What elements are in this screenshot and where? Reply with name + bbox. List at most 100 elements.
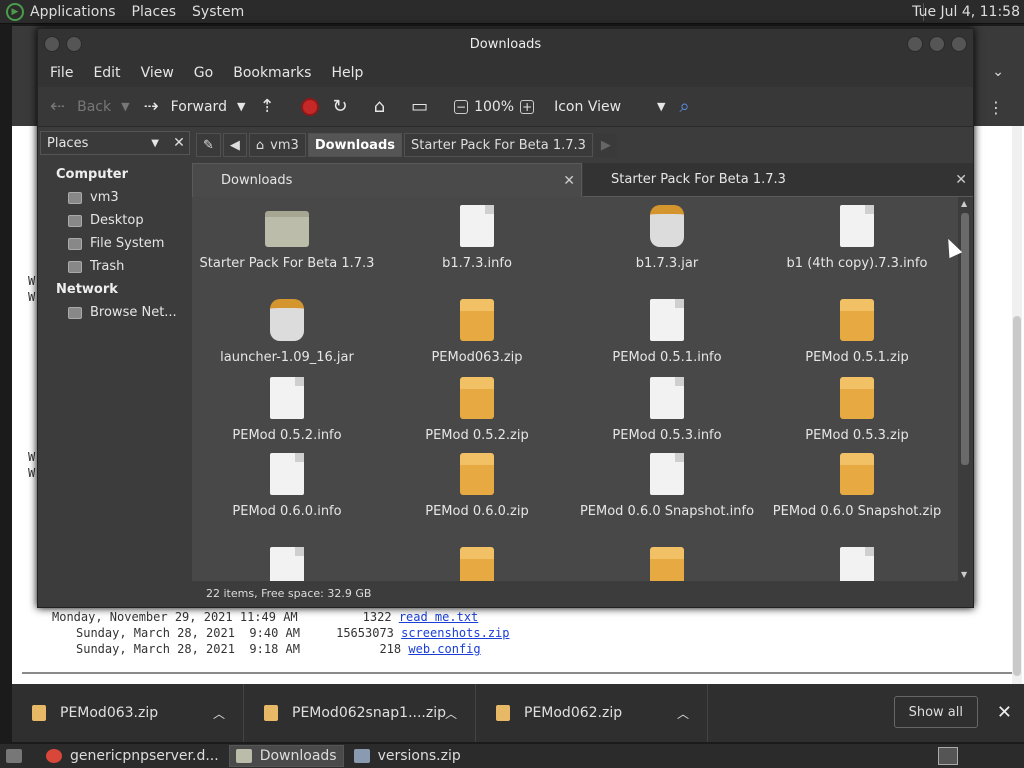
- close-window-icon[interactable]: [951, 36, 967, 52]
- sidebar-item-trash[interactable]: Trash: [40, 255, 190, 278]
- file-item[interactable]: PEMod063.zip: [382, 299, 572, 366]
- file-link[interactable]: web.config: [408, 642, 480, 656]
- file-item[interactable]: b1.7.3.info: [382, 205, 572, 272]
- close-tab-icon[interactable]: ✕: [563, 173, 575, 189]
- file-item[interactable]: b1 (4th copy).7.3.info: [762, 205, 952, 272]
- chevron-down-icon[interactable]: ▼: [237, 100, 245, 113]
- file-manager-body: Places ▼ ✕ Computer vm3 Desktop File Sys…: [38, 127, 973, 607]
- file-name: PEMod063.zip: [431, 350, 523, 365]
- file-item[interactable]: PEMod 0.5.1.zip: [762, 299, 952, 366]
- file-item[interactable]: PEMod 0.5.2.info: [192, 377, 382, 444]
- reload-button[interactable]: ↻: [333, 96, 360, 117]
- path-scroll-right[interactable]: ▶: [594, 133, 617, 157]
- file-name: PEMod 0.5.1.zip: [805, 350, 909, 365]
- file-item[interactable]: PEMod 0.6.0 Snapshot.zip: [762, 453, 952, 520]
- file-item[interactable]: [762, 547, 952, 581]
- forward-button[interactable]: ⇢ Forward ▼: [144, 96, 246, 117]
- file-item[interactable]: [572, 547, 762, 581]
- menu-file[interactable]: File: [50, 65, 73, 81]
- chevron-up-icon[interactable]: ︿: [213, 705, 225, 722]
- computer-button[interactable]: ▭: [411, 96, 440, 117]
- path-segment-starter-pack[interactable]: Starter Pack For Beta 1.7.3: [404, 133, 593, 157]
- package-icon: [840, 453, 874, 495]
- home-button[interactable]: ⌂: [374, 96, 397, 117]
- browser-scrollbar[interactable]: [1012, 126, 1022, 686]
- tab-downloads[interactable]: Downloads ✕: [192, 163, 582, 197]
- menu-go[interactable]: Go: [194, 65, 213, 81]
- file-item[interactable]: b1.7.3.jar: [572, 205, 762, 272]
- show-all-button[interactable]: Show all: [893, 696, 978, 728]
- close-icon[interactable]: ✕: [997, 702, 1012, 723]
- scrollbar-thumb[interactable]: [1013, 316, 1021, 676]
- taskbar-item-browser[interactable]: genericpnpserver.d...: [40, 745, 225, 767]
- up-button[interactable]: ⇡: [259, 96, 286, 117]
- system-logo-icon[interactable]: ▶: [6, 2, 24, 21]
- tab-starter-pack[interactable]: Starter Pack For Beta 1.7.3 ✕: [583, 163, 973, 197]
- file-name: Starter Pack For Beta 1.7.3: [199, 256, 375, 271]
- sidebar-item-browse-network[interactable]: Browse Net...: [40, 301, 190, 324]
- menu-help[interactable]: Help: [331, 65, 363, 81]
- download-item[interactable]: PEMod062.zip ︿: [476, 684, 708, 742]
- maximize-icon[interactable]: [929, 36, 945, 52]
- toggle-location-button[interactable]: ✎: [196, 133, 221, 157]
- window-menu-icon[interactable]: [44, 36, 60, 52]
- sidebar-item-desktop[interactable]: Desktop: [40, 209, 190, 232]
- chevron-down-icon[interactable]: ⌄: [992, 64, 1004, 80]
- folder-icon: [265, 211, 309, 247]
- close-tab-icon[interactable]: ✕: [955, 172, 967, 188]
- download-item[interactable]: PEMod062snap1....zip ︿: [244, 684, 476, 742]
- file-item[interactable]: PEMod 0.6.0 Snapshot.info: [572, 453, 762, 520]
- minimize-icon[interactable]: [907, 36, 923, 52]
- file-item[interactable]: PEMod 0.5.3.info: [572, 377, 762, 444]
- sidebar-item-file-system[interactable]: File System: [40, 232, 190, 255]
- taskbar-item-downloads[interactable]: Downloads: [228, 745, 344, 767]
- sidebar-item-vm3[interactable]: vm3: [40, 186, 190, 209]
- menu-view[interactable]: View: [141, 65, 174, 81]
- download-name: PEMod062snap1....zip: [292, 705, 447, 721]
- drive-icon: [68, 237, 82, 250]
- file-link[interactable]: screenshots.zip: [401, 626, 509, 640]
- clock[interactable]: Tue Jul 4, 11:58: [912, 4, 1020, 20]
- path-scroll-left[interactable]: ◀: [222, 133, 247, 157]
- menu-system[interactable]: System: [192, 4, 244, 20]
- chevron-down-icon[interactable]: ▼: [121, 100, 129, 113]
- forward-label: Forward: [170, 98, 227, 115]
- scrollbar-thumb[interactable]: [961, 213, 969, 465]
- close-sidebar-icon[interactable]: ✕: [168, 131, 190, 155]
- sidebar-item-label: Desktop: [90, 213, 144, 228]
- download-item[interactable]: PEMod063.zip ︿: [12, 684, 244, 742]
- file-item[interactable]: launcher-1.09_16.jar: [192, 299, 382, 366]
- chevron-up-icon[interactable]: ︿: [677, 705, 689, 722]
- taskbar-item-archive[interactable]: versions.zip: [348, 745, 467, 767]
- show-desktop-button[interactable]: [0, 745, 36, 767]
- file-item[interactable]: PEMod 0.5.2.zip: [382, 377, 572, 444]
- menu-places[interactable]: Places: [132, 4, 177, 20]
- window-pin-icon[interactable]: [66, 36, 82, 52]
- file-item[interactable]: Starter Pack For Beta 1.7.3: [192, 205, 382, 272]
- browser-menu-icon[interactable]: ⋮: [988, 98, 1004, 117]
- file-grid-scrollbar[interactable]: ▲ ▼: [958, 197, 972, 581]
- window-titlebar[interactable]: Downloads: [38, 29, 973, 59]
- chevron-up-icon[interactable]: ︿: [445, 705, 457, 722]
- zoom-out-icon[interactable]: −: [454, 99, 469, 114]
- scroll-down-icon[interactable]: ▼: [961, 570, 967, 579]
- path-segment-vm3[interactable]: ⌂ vm3: [248, 133, 306, 157]
- search-button[interactable]: ⌕: [680, 96, 702, 117]
- path-segment-downloads[interactable]: Downloads: [307, 133, 403, 157]
- menu-edit[interactable]: Edit: [93, 65, 120, 81]
- file-item[interactable]: PEMod 0.6.0.zip: [382, 453, 572, 520]
- back-button[interactable]: ⇠ Back ▼: [50, 96, 130, 117]
- file-item[interactable]: PEMod 0.5.3.zip: [762, 377, 952, 444]
- file-link[interactable]: read me.txt: [399, 610, 478, 624]
- menu-applications[interactable]: Applications: [30, 4, 116, 20]
- scroll-up-icon[interactable]: ▲: [961, 199, 967, 208]
- stop-button[interactable]: [300, 97, 319, 116]
- view-mode-select[interactable]: Icon View ▼: [554, 99, 665, 115]
- file-item[interactable]: PEMod 0.6.0.info: [192, 453, 382, 520]
- file-item[interactable]: PEMod 0.5.1.info: [572, 299, 762, 366]
- file-item[interactable]: [382, 547, 572, 581]
- workspace-switcher-icon[interactable]: [938, 747, 958, 765]
- zoom-in-icon[interactable]: +: [520, 99, 535, 114]
- file-item[interactable]: [192, 547, 382, 581]
- menu-bookmarks[interactable]: Bookmarks: [233, 65, 311, 81]
